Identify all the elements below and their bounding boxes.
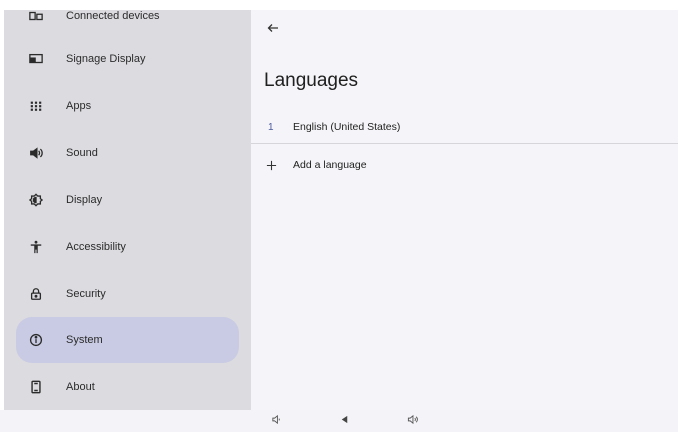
add-language-label: Add a language bbox=[293, 159, 367, 171]
brightness-icon bbox=[28, 192, 44, 208]
language-row[interactable]: 1 English (United States) bbox=[251, 112, 678, 142]
settings-screen: Connected devices Signage Display Apps S… bbox=[4, 10, 678, 410]
sidebar-item-sound[interactable]: Sound bbox=[16, 130, 239, 176]
page-title: Languages bbox=[264, 70, 359, 91]
sidebar-item-system[interactable]: System bbox=[16, 317, 239, 363]
arrow-back-icon bbox=[267, 21, 279, 39]
sidebar-item-label: Sound bbox=[66, 147, 98, 159]
speaker-icon bbox=[28, 145, 44, 161]
plus-icon bbox=[265, 159, 277, 171]
back-button[interactable] bbox=[263, 20, 283, 40]
sidebar-item-security[interactable]: Security bbox=[16, 271, 239, 317]
sidebar-item-connected-devices[interactable]: Connected devices bbox=[16, 10, 239, 39]
settings-sidebar: Connected devices Signage Display Apps S… bbox=[4, 10, 251, 410]
connected-devices-icon bbox=[28, 10, 44, 24]
volume-up-icon bbox=[407, 412, 418, 430]
sidebar-item-display[interactable]: Display bbox=[16, 177, 239, 223]
back-nav-button[interactable] bbox=[336, 413, 352, 429]
back-triangle-icon bbox=[339, 412, 350, 430]
sidebar-item-label: About bbox=[66, 381, 95, 393]
language-index: 1 bbox=[268, 121, 274, 133]
sidebar-item-accessibility[interactable]: Accessibility bbox=[16, 224, 239, 270]
sidebar-item-about[interactable]: About bbox=[16, 364, 239, 410]
divider bbox=[251, 143, 678, 144]
sidebar-item-label: System bbox=[66, 334, 103, 346]
apps-grid-icon bbox=[28, 98, 44, 114]
device-icon bbox=[28, 379, 44, 395]
system-navigation-bar bbox=[0, 410, 678, 432]
language-name: English (United States) bbox=[293, 121, 401, 133]
sidebar-item-label: Accessibility bbox=[66, 241, 126, 253]
sidebar-item-label: Security bbox=[66, 288, 106, 300]
sidebar-item-label: Connected devices bbox=[66, 10, 160, 22]
volume-down-button[interactable] bbox=[268, 413, 284, 429]
sidebar-item-label: Signage Display bbox=[66, 53, 146, 65]
volume-down-icon bbox=[271, 412, 282, 430]
volume-up-button[interactable] bbox=[404, 413, 420, 429]
accessibility-icon bbox=[28, 239, 44, 255]
info-icon bbox=[28, 332, 44, 348]
lock-icon bbox=[28, 286, 44, 302]
signage-display-icon bbox=[28, 51, 44, 67]
add-language-button[interactable]: Add a language bbox=[251, 150, 678, 180]
sidebar-item-signage-display[interactable]: Signage Display bbox=[16, 36, 239, 82]
sidebar-item-label: Display bbox=[66, 194, 103, 206]
sidebar-item-apps[interactable]: Apps bbox=[16, 83, 239, 129]
sidebar-item-label: Apps bbox=[66, 100, 92, 112]
languages-panel: Languages 1 English (United States) Add … bbox=[251, 10, 678, 410]
